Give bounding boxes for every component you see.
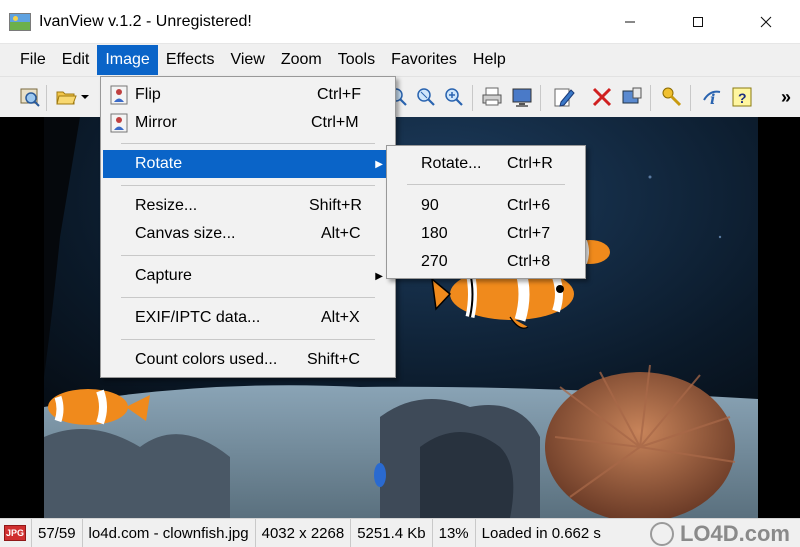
svg-text:i: i [710, 92, 715, 108]
image-menu-dropdown: Flip Ctrl+F Mirror Ctrl+M Rotate ▶ Resiz… [100, 76, 396, 378]
submenu-item-rotate-270[interactable]: 270 Ctrl+8 [389, 248, 583, 276]
print-icon[interactable] [480, 85, 504, 109]
menu-item-count-colors[interactable]: Count colors used... Shift+C [103, 346, 393, 374]
menu-separator [121, 339, 375, 340]
help-icon[interactable]: ? [730, 85, 754, 109]
watermark-text: LO4D.com [679, 520, 790, 546]
submenu-item-rotate-180[interactable]: 180 Ctrl+7 [389, 220, 583, 248]
menu-favorites[interactable]: Favorites [383, 45, 465, 75]
maximize-icon [693, 17, 703, 27]
properties-icon[interactable] [620, 85, 644, 109]
menu-item-rotate[interactable]: Rotate ▶ [103, 150, 393, 178]
menu-help[interactable]: Help [465, 45, 514, 75]
menu-item-flip[interactable]: Flip Ctrl+F [103, 81, 393, 109]
submenu-arrow-icon: ▶ [375, 158, 383, 170]
menu-separator [121, 297, 375, 298]
menu-item-mirror[interactable]: Mirror Ctrl+M [103, 109, 393, 137]
menu-separator [121, 143, 375, 144]
delete-icon[interactable] [590, 85, 614, 109]
menu-separator [121, 255, 375, 256]
status-filename: lo4d.com - clownfish.jpg [83, 518, 256, 547]
about-icon[interactable]: i [700, 85, 724, 109]
menu-tools[interactable]: Tools [330, 45, 383, 75]
window-title: IvanView v.1.2 - Unregistered! [39, 12, 252, 30]
menu-view[interactable]: View [222, 45, 272, 75]
status-load-time: Loaded in 0.662 s [481, 524, 601, 542]
menu-item-resize[interactable]: Resize... Shift+R [103, 192, 393, 220]
filetype-cell: JPG [0, 518, 32, 547]
menu-separator [407, 184, 565, 185]
key-icon[interactable] [660, 85, 684, 109]
submenu-arrow-icon: ▶ [375, 270, 383, 282]
close-icon [760, 16, 772, 28]
status-position: 57/59 [32, 518, 83, 547]
menu-effects[interactable]: Effects [158, 45, 223, 75]
submenu-item-rotate-custom[interactable]: Rotate... Ctrl+R [389, 150, 583, 178]
menu-edit[interactable]: Edit [54, 45, 98, 75]
open-viewer-icon[interactable] [18, 85, 42, 109]
fullscreen-icon[interactable] [510, 85, 534, 109]
flip-icon [110, 85, 128, 105]
minimize-button[interactable] [596, 0, 664, 44]
mirror-icon [110, 113, 128, 133]
folder-dropdown-icon[interactable] [78, 85, 92, 109]
minimize-icon [625, 21, 635, 23]
svg-text:?: ? [738, 90, 747, 106]
toolbar-overflow-button[interactable]: » [776, 85, 796, 109]
menu-zoom[interactable]: Zoom [273, 45, 330, 75]
edit-icon[interactable] [552, 85, 576, 109]
menu-bar: File Edit Image Effects View Zoom Tools … [0, 44, 800, 76]
watermark-logo: LO4D.com [649, 519, 790, 547]
title-bar: IvanView v.1.2 - Unregistered! [0, 0, 800, 44]
status-bar: JPG 57/59 lo4d.com - clownfish.jpg 4032 … [0, 518, 800, 547]
zoom-out-icon[interactable] [442, 85, 466, 109]
rotate-submenu: Rotate... Ctrl+R 90 Ctrl+6 180 Ctrl+7 27… [386, 145, 586, 279]
jpg-file-icon: JPG [4, 525, 26, 541]
menu-item-canvas-size[interactable]: Canvas size... Alt+C [103, 220, 393, 248]
status-zoom: 13% [433, 518, 476, 547]
status-filesize: 5251.4 Kb [351, 518, 433, 547]
close-button[interactable] [732, 0, 800, 44]
submenu-item-rotate-90[interactable]: 90 Ctrl+6 [389, 192, 583, 220]
app-icon [9, 12, 31, 31]
menu-item-exif-iptc[interactable]: EXIF/IPTC data... Alt+X [103, 304, 393, 332]
zoom-fit-icon[interactable] [414, 85, 438, 109]
maximize-button[interactable] [664, 0, 732, 44]
status-dimensions: 4032 x 2268 [256, 518, 352, 547]
menu-image[interactable]: Image [97, 45, 158, 75]
globe-icon [649, 521, 674, 546]
folder-open-icon[interactable] [54, 85, 78, 109]
menu-file[interactable]: File [12, 45, 54, 75]
menu-separator [121, 185, 375, 186]
menu-item-capture[interactable]: Capture ▶ [103, 262, 393, 290]
